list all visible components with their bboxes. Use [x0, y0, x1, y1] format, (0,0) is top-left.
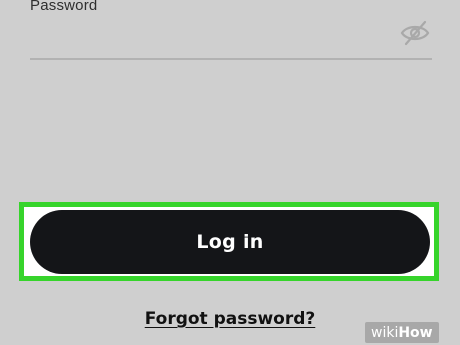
password-input-underline[interactable] [30, 58, 432, 60]
login-button[interactable]: Log in [30, 210, 430, 274]
watermark-suffix: How [398, 324, 433, 341]
wikihow-watermark: wiki How [365, 322, 439, 343]
watermark-prefix: wiki [371, 324, 399, 341]
login-button-label: Log in [196, 231, 264, 253]
eye-slash-icon[interactable] [398, 20, 432, 46]
password-label: Password [30, 0, 98, 14]
login-screen: Password Log in Forgot password? wiki How [0, 0, 460, 345]
